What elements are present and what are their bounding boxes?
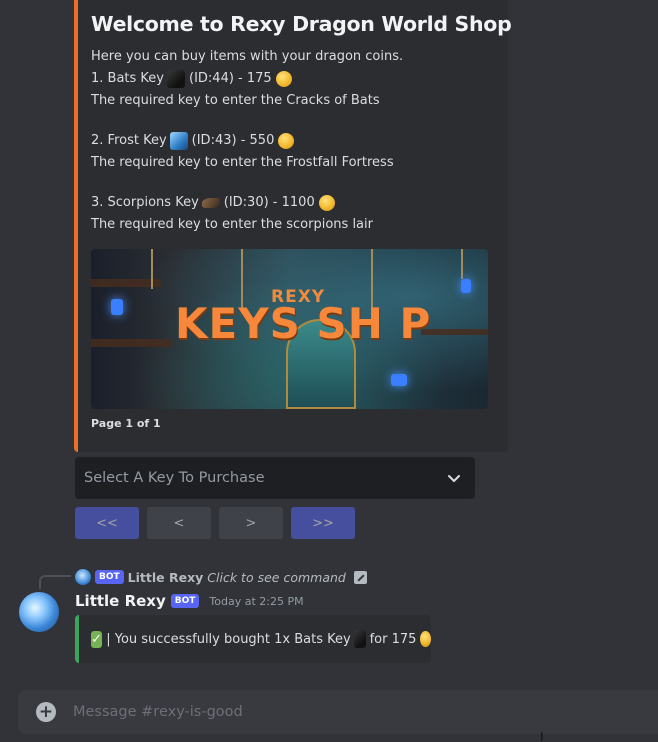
check-mark-icon: ✓ [91, 630, 103, 648]
purchase-confirmation-embed: ✓ | You successfully bought 1x Bats Key … [75, 615, 431, 663]
embed-description: Here you can buy items with your dragon … [91, 46, 492, 236]
coin-icon [420, 631, 431, 647]
next-page-button[interactable]: > [219, 507, 283, 539]
item-3-name: 3. Scorpions Key [91, 195, 199, 210]
frost-key-icon [169, 132, 188, 150]
reply-command-link[interactable]: Click to see command [207, 570, 346, 585]
embed-intro: Here you can buy items with your dragon … [91, 49, 404, 64]
item-1-price: (ID:44) - 175 [189, 71, 272, 86]
reply-reference[interactable]: BOT Little Rexy Click to see command [75, 568, 367, 586]
bot-badge: BOT [170, 594, 200, 608]
item-1-description: The required key to enter the Cracks of … [91, 93, 380, 108]
banner-title: KEYS SH P [175, 299, 432, 348]
item-2-description: The required key to enter the Frostfall … [91, 155, 394, 170]
shop-item-3: 3. Scorpions Key (ID:30) - 1100 [91, 192, 492, 214]
select-placeholder: Select A Key To Purchase [84, 470, 265, 486]
last-page-button[interactable]: >> [291, 507, 355, 539]
reply-avatar [75, 569, 91, 585]
reply-author-name[interactable]: Little Rexy [128, 570, 204, 585]
coin-icon [278, 133, 295, 149]
item-1-name: 1. Bats Key [91, 71, 164, 86]
message-header: Little Rexy BOT Today at 2:25 PM [75, 591, 304, 611]
coin-icon [275, 71, 292, 87]
coin-icon [318, 195, 335, 211]
item-2-price: (ID:43) - 550 [191, 133, 275, 148]
bats-key-icon [167, 70, 185, 88]
author-name[interactable]: Little Rexy [75, 592, 166, 610]
add-attachment-icon[interactable]: + [36, 702, 56, 722]
key-select-dropdown[interactable]: Select A Key To Purchase [75, 457, 475, 499]
shop-item-2: 2. Frost Key (ID:43) - 550 [91, 130, 492, 152]
confirmation-price: for 175 [369, 631, 417, 647]
shop-item-1: 1. Bats Key (ID:44) - 175 [91, 68, 492, 90]
confirmation-text: | You successfully bought 1x Bats Key [106, 631, 351, 647]
slash-command-icon [353, 570, 367, 584]
avatar[interactable] [19, 592, 59, 632]
message-input[interactable] [73, 704, 613, 720]
item-3-description: The required key to enter the scorpions … [91, 217, 373, 232]
message-composer: + [18, 690, 658, 734]
item-2-name: 2. Frost Key [91, 133, 167, 148]
first-page-button[interactable]: << [75, 507, 139, 539]
scorpions-key-icon [201, 198, 220, 208]
shop-embed: Welcome to Rexy Dragon World Shop Here y… [74, 0, 512, 452]
keys-shop-banner-image[interactable]: REXY KEYS SH P [91, 249, 488, 409]
bats-key-icon [353, 630, 366, 648]
item-3-price: (ID:30) - 1100 [223, 195, 315, 210]
prev-page-button[interactable]: < [147, 507, 211, 539]
message-timestamp[interactable]: Today at 2:25 PM [209, 595, 303, 608]
reply-spine [39, 575, 71, 589]
embed-footer: Page 1 of 1 [91, 417, 161, 430]
chevron-down-icon [448, 475, 460, 482]
text-cursor-icon: I [540, 730, 544, 742]
reply-bot-badge: BOT [95, 570, 124, 584]
embed-title: Welcome to Rexy Dragon World Shop [91, 12, 512, 36]
